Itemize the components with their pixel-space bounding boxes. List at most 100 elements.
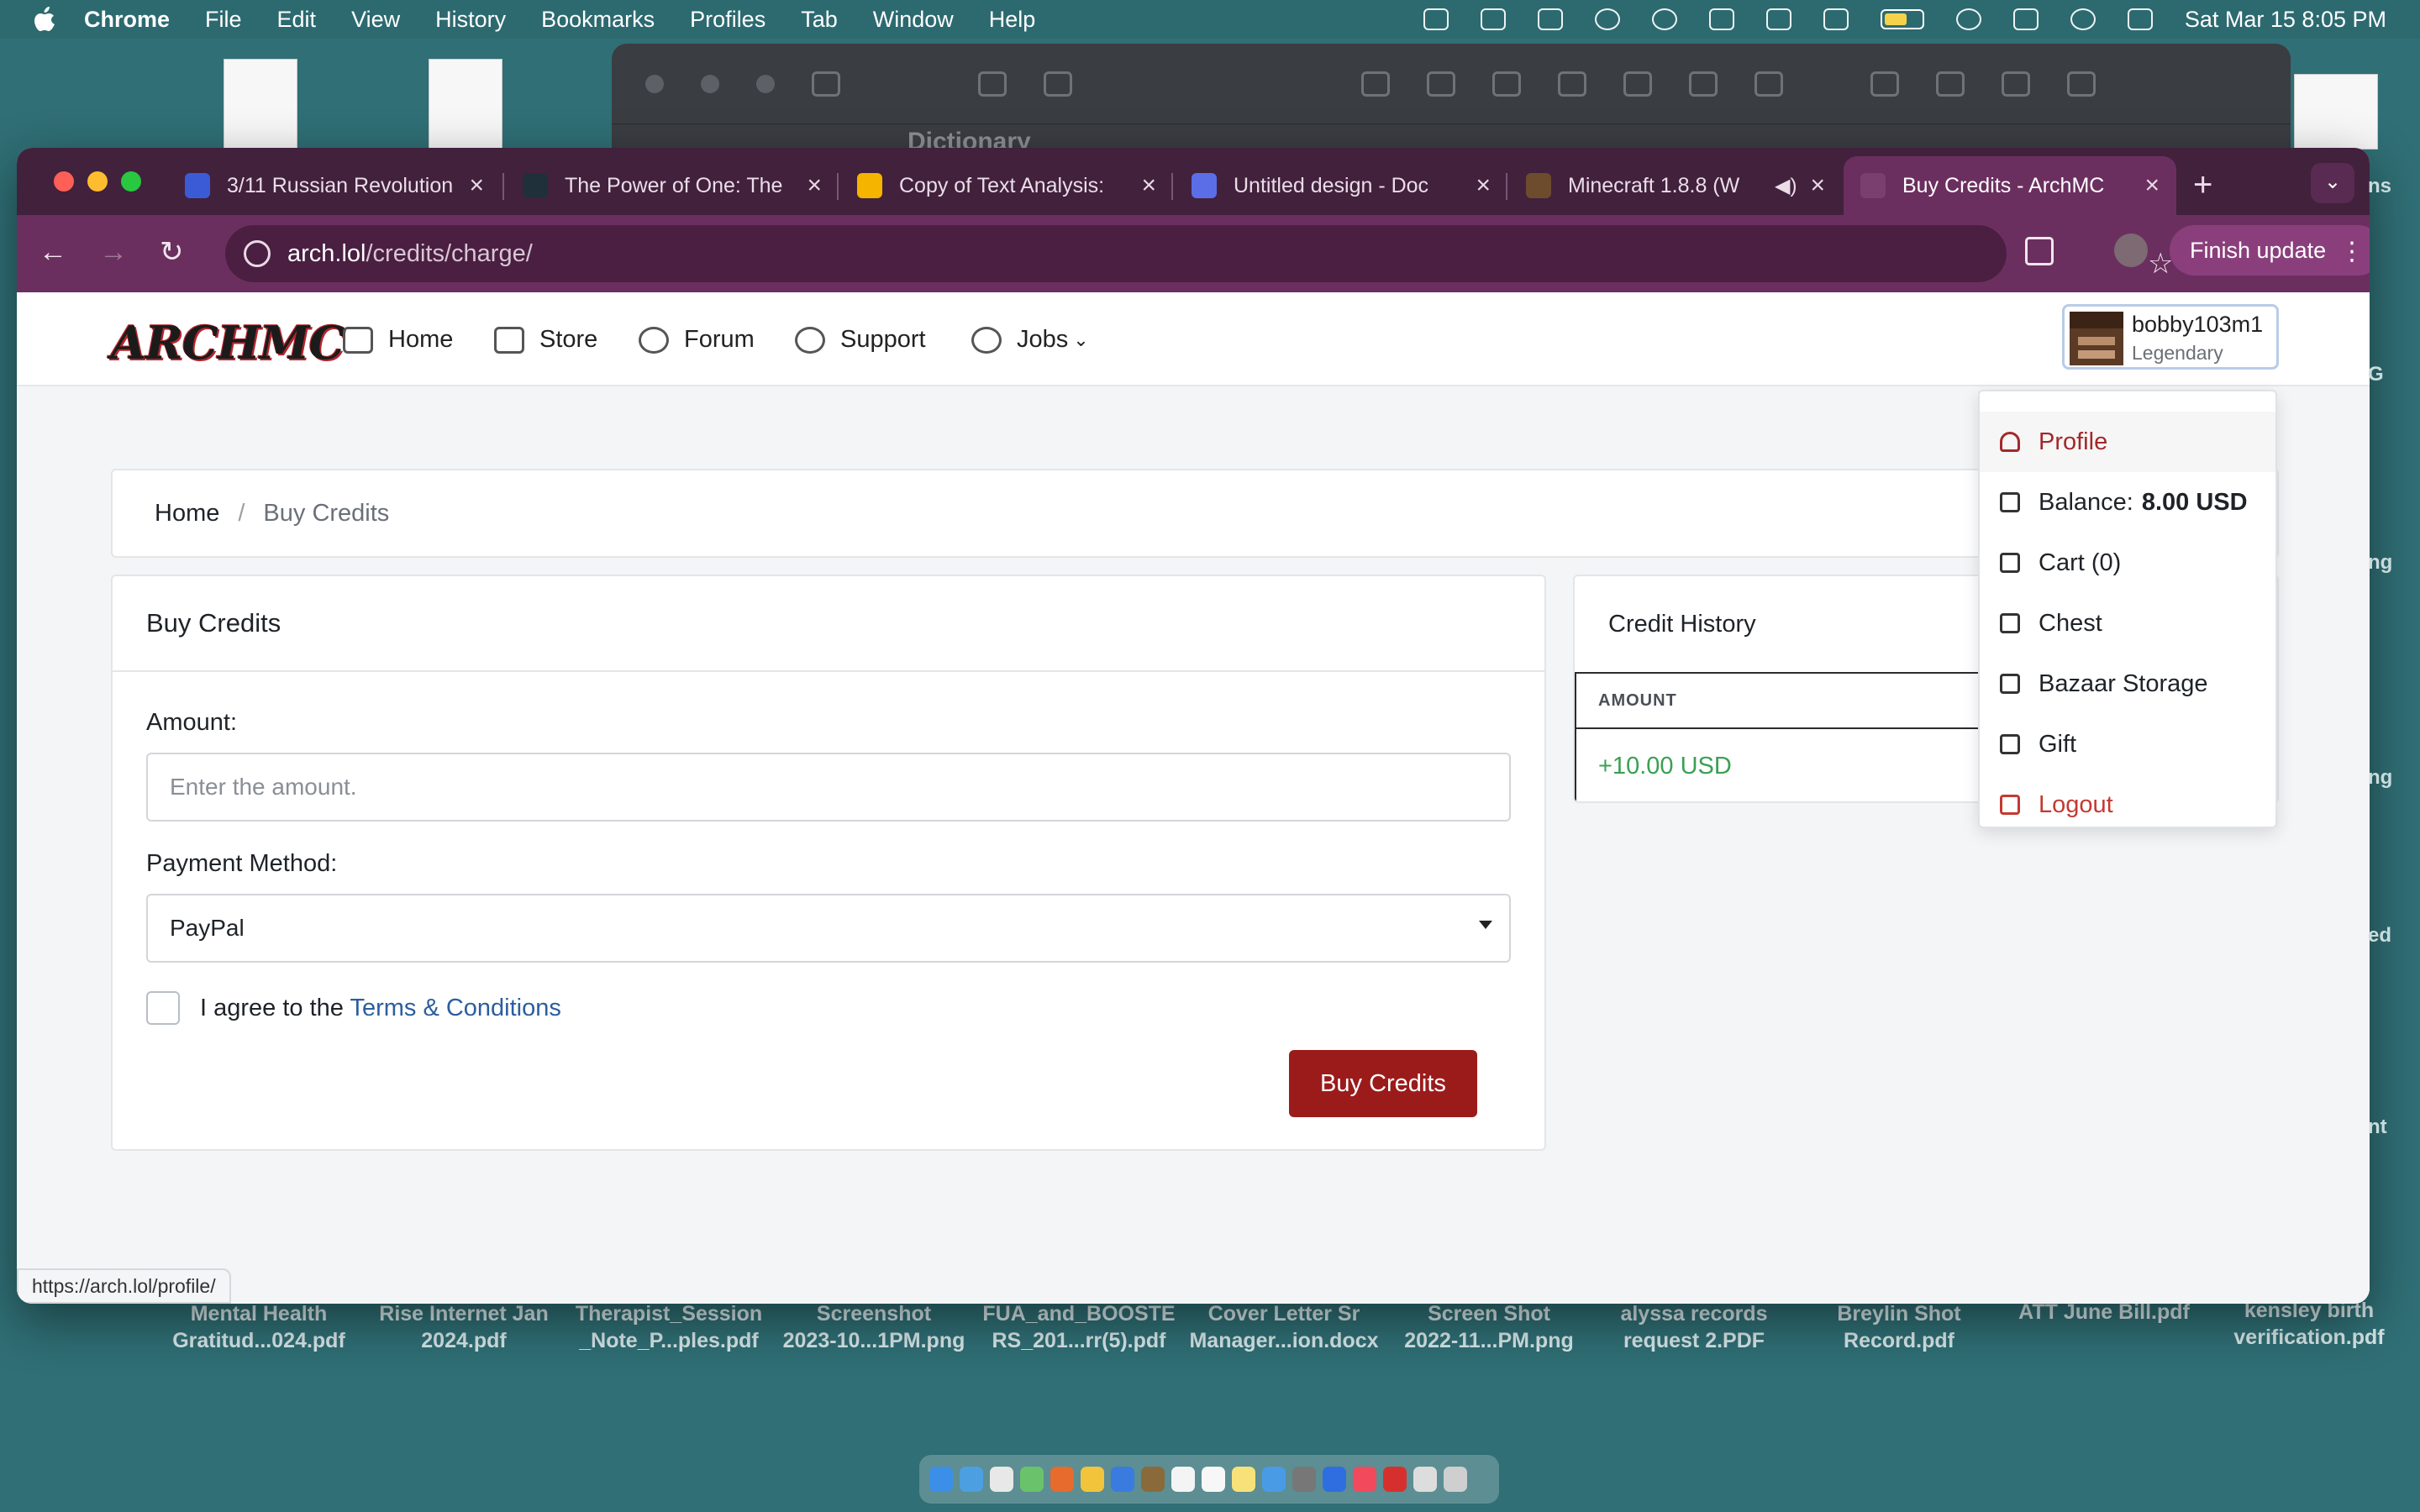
- desktop-file[interactable]: Cover Letter Sr Manager...ion.docx: [1175, 1300, 1393, 1354]
- tab-close-icon[interactable]: ×: [807, 171, 822, 200]
- menu-edit[interactable]: Edit: [277, 7, 317, 33]
- app-dock-icon[interactable]: [1323, 1467, 1346, 1492]
- collaborate-icon[interactable]: [1870, 71, 1899, 97]
- profile-avatar-icon[interactable]: [2114, 234, 2148, 267]
- breadcrumb-home-link[interactable]: Home: [155, 500, 219, 528]
- battery-icon[interactable]: [1880, 9, 1924, 29]
- site-info-icon[interactable]: [244, 240, 271, 267]
- keyboard-status-icon[interactable]: [2012, 8, 2039, 30]
- format-icon[interactable]: [1492, 71, 1521, 97]
- chrome-dock-icon[interactable]: [1081, 1467, 1104, 1492]
- amount-input[interactable]: [146, 753, 1511, 822]
- app-dock-icon[interactable]: [1111, 1467, 1134, 1492]
- tab-minecraft[interactable]: Minecraft 1.8.8 (W ◀) ×: [1509, 156, 1842, 215]
- finish-update-button[interactable]: Finish update ⋮: [2170, 225, 2370, 276]
- app-dock-icon[interactable]: [1413, 1467, 1437, 1492]
- desktop-file[interactable]: alyssa records request 2.PDF: [1585, 1300, 1803, 1354]
- desktop-document-thumbnail[interactable]: [429, 59, 502, 150]
- tab-close-icon[interactable]: ×: [1810, 171, 1825, 200]
- lock-icon[interactable]: [1936, 71, 1965, 97]
- new-tab-button[interactable]: +: [2193, 166, 2212, 204]
- back-arrow-icon[interactable]: ←: [39, 235, 67, 269]
- tab-power-of-one[interactable]: The Power of One: The ×: [506, 156, 839, 215]
- memory-status-icon[interactable]: [1823, 8, 1849, 30]
- tab-close-icon[interactable]: ×: [2144, 171, 2160, 200]
- sync-status-icon[interactable]: [1594, 8, 1620, 30]
- minimize-window-button[interactable]: [87, 171, 108, 192]
- tab-close-icon[interactable]: ×: [1141, 171, 1156, 200]
- nav-support[interactable]: Support: [795, 326, 926, 354]
- bluetooth-icon[interactable]: [1765, 8, 1791, 30]
- desktop-file[interactable]: FUA_and_BOOSTE RS_201...rr(5).pdf: [970, 1300, 1188, 1354]
- tab-search-chevron-icon[interactable]: ⌄: [2311, 163, 2354, 203]
- reload-icon[interactable]: ↻: [160, 235, 184, 269]
- terms-link[interactable]: Terms & Conditions: [350, 995, 560, 1021]
- desktop-document-thumbnail[interactable]: [2294, 74, 2378, 150]
- grid-view-icon[interactable]: [1044, 71, 1072, 97]
- dropdown-bazaar-storage[interactable]: Bazaar Storage: [1980, 654, 2275, 714]
- menu-help[interactable]: Help: [989, 7, 1036, 33]
- tab-text-analysis[interactable]: Copy of Text Analysis: ×: [840, 156, 1173, 215]
- desktop-file[interactable]: Therapist_Session _Note_P...ples.pdf: [560, 1300, 778, 1354]
- sidebar-toggle-icon[interactable]: [812, 71, 840, 97]
- zoom-window-button[interactable]: [121, 171, 141, 192]
- app-dock-icon[interactable]: [1292, 1467, 1316, 1492]
- firefox-dock-icon[interactable]: [1050, 1467, 1074, 1492]
- buy-credits-button[interactable]: Buy Credits: [1289, 1050, 1477, 1117]
- dropdown-logout[interactable]: Logout: [1980, 774, 2275, 835]
- terms-checkbox[interactable]: [146, 991, 180, 1025]
- user-menu-button[interactable]: bobby103m1 Legendary: [2062, 304, 2279, 370]
- trash-icon[interactable]: [1361, 71, 1390, 97]
- music-dock-icon[interactable]: [1353, 1467, 1376, 1492]
- tab-buy-credits[interactable]: Buy Credits - ArchMC ×: [1844, 156, 2176, 215]
- menu-window[interactable]: Window: [873, 7, 954, 33]
- tab-untitled-design[interactable]: Untitled design - Doc ×: [1175, 156, 1507, 215]
- more-menu-icon[interactable]: ⋮: [2339, 237, 2365, 266]
- app-dock-icon[interactable]: [1262, 1467, 1286, 1492]
- nav-store[interactable]: Store: [494, 326, 597, 354]
- payment-method-select[interactable]: PayPal: [146, 894, 1511, 963]
- dropdown-balance[interactable]: Balance: 8.00 USD: [1980, 472, 2275, 533]
- site-logo[interactable]: ARCHMC: [111, 316, 345, 370]
- tab-close-icon[interactable]: ×: [1476, 171, 1491, 200]
- list-view-icon[interactable]: [978, 71, 1007, 97]
- dropdown-gift[interactable]: Gift: [1980, 714, 2275, 774]
- forward-arrow-icon[interactable]: →: [99, 235, 128, 269]
- tab-russian-revolution[interactable]: 3/11 Russian Revolution ×: [168, 156, 501, 215]
- checklist-icon[interactable]: [1558, 71, 1586, 97]
- wifi-icon[interactable]: [1955, 8, 1981, 30]
- address-bar[interactable]: arch.lol/credits/charge/ ☆: [225, 225, 2173, 282]
- screen-status-icon[interactable]: [1537, 8, 1563, 30]
- desktop-file[interactable]: Mental Health Gratitud...024.pdf: [150, 1300, 368, 1354]
- menu-history[interactable]: History: [435, 7, 506, 33]
- control-center-icon[interactable]: [2127, 8, 2153, 30]
- app-dock-icon[interactable]: [960, 1467, 983, 1492]
- desktop-file[interactable]: Screen Shot 2022-11...PM.png: [1380, 1300, 1598, 1354]
- menu-view[interactable]: View: [351, 7, 400, 33]
- app-dock-icon[interactable]: [1141, 1467, 1165, 1492]
- extensions-puzzle-icon[interactable]: [2025, 237, 2054, 265]
- desktop-file[interactable]: Breylin Shot Record.pdf: [1790, 1300, 2008, 1354]
- weather-status-icon[interactable]: [1708, 8, 1734, 30]
- menu-tab[interactable]: Tab: [801, 7, 838, 33]
- desktop-document-thumbnail[interactable]: [224, 59, 297, 150]
- app-dock-icon[interactable]: [1202, 1467, 1225, 1492]
- speaker-icon[interactable]: ◀): [1775, 174, 1797, 198]
- app-dock-icon[interactable]: [1020, 1467, 1044, 1492]
- menubar-clock[interactable]: Sat Mar 15 8:05 PM: [2185, 7, 2386, 33]
- app-status-icon[interactable]: [1480, 8, 1506, 30]
- cloud-status-icon[interactable]: [1651, 8, 1677, 30]
- share-icon[interactable]: [2002, 71, 2030, 97]
- dropdown-chest[interactable]: Chest: [1980, 593, 2275, 654]
- nav-forum[interactable]: Forum: [639, 326, 755, 354]
- menu-bookmarks[interactable]: Bookmarks: [541, 7, 655, 33]
- compose-icon[interactable]: [1427, 71, 1455, 97]
- dropdown-profile[interactable]: Profile: [1980, 412, 2275, 472]
- media-icon[interactable]: [1754, 71, 1783, 97]
- menu-file[interactable]: File: [205, 7, 242, 33]
- finder-dock-icon[interactable]: [929, 1467, 953, 1492]
- audio-icon[interactable]: [1689, 71, 1718, 97]
- dropdown-cart[interactable]: Cart (0): [1980, 533, 2275, 593]
- menu-app-chrome[interactable]: Chrome: [84, 7, 170, 33]
- desktop-file[interactable]: Rise Internet Jan 2024.pdf: [355, 1300, 573, 1354]
